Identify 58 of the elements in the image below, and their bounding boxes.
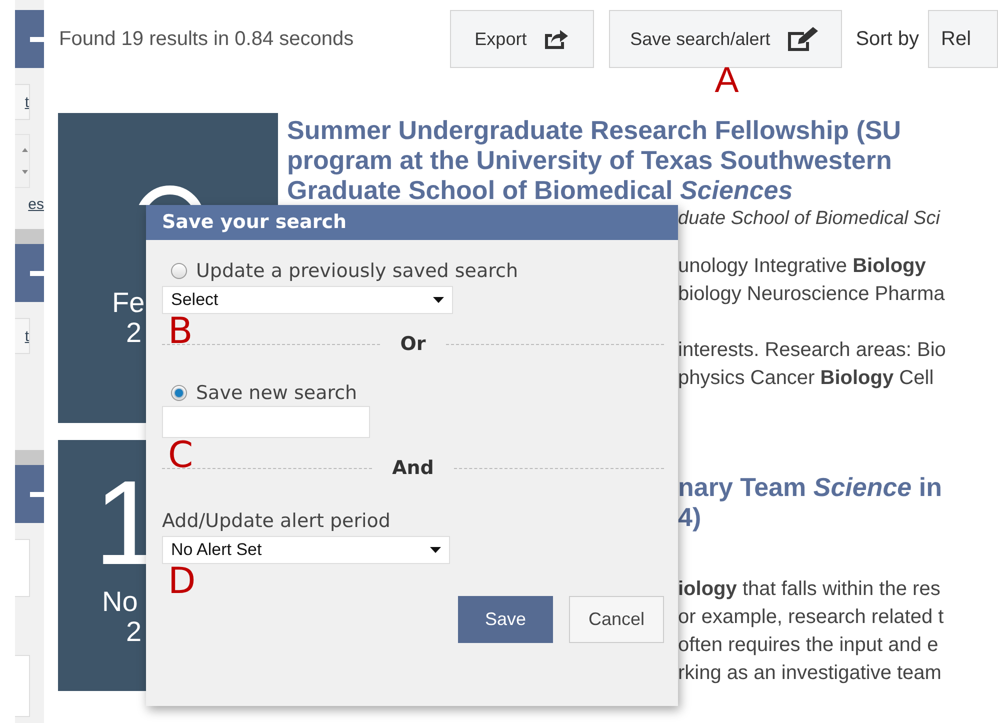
result-text: often requires the input and e [678, 633, 938, 658]
date-year: 2 [126, 319, 142, 347]
result-title[interactable]: nary Team Science in [678, 472, 942, 502]
dropdown[interactable]: Select [162, 286, 453, 314]
result-title[interactable]: program at the University of Texas Southwestern [287, 145, 946, 175]
cancel-button[interactable]: Cancel [569, 596, 664, 643]
sidebar-tab[interactable] [15, 465, 44, 523]
dialog-title: Save your search [146, 205, 678, 240]
date-year: 2 [126, 618, 142, 646]
minus-icon [30, 37, 44, 42]
sidebar-link[interactable]: t [24, 328, 29, 344]
result-text: rking as an investigative team [678, 661, 942, 686]
save-search-button[interactable]: Save search/alert [608, 10, 842, 68]
minus-icon [30, 271, 44, 276]
sidebar-tab[interactable] [15, 244, 44, 302]
result-text: or example, research related t [678, 605, 944, 630]
share-icon [542, 28, 569, 50]
spinner-control[interactable] [15, 134, 30, 188]
option-label: Save new search [196, 382, 358, 404]
sidebar-tab[interactable] [15, 10, 44, 68]
sidebar-header-bar [15, 229, 44, 244]
dropdown[interactable]: No Alert Set [162, 536, 450, 564]
minus-icon [30, 492, 44, 497]
field-label: Add/Update alert period [162, 510, 392, 532]
result-text: physics Cancer Biology Cell [678, 366, 934, 391]
sidebar-link[interactable]: es [28, 196, 44, 213]
export-button[interactable]: Export [450, 10, 594, 68]
annotation-letter: C [168, 438, 194, 474]
sidebar-header-bar [15, 450, 44, 465]
up-down-arrows-icon [21, 146, 29, 176]
date-month: No [102, 586, 138, 618]
separator-label: Or [399, 333, 427, 355]
result-text: interests. Research areas: Bio [678, 338, 946, 363]
result-title[interactable]: Summer Undergraduate Research Fellowship (SU [287, 115, 946, 145]
name-input-field[interactable] [162, 406, 370, 438]
result-title[interactable]: Graduate School of Biomedical Sciences [287, 175, 946, 205]
result-text: biology Neuroscience Pharma [678, 282, 945, 307]
sort-dropdown[interactable]: Rel [928, 10, 998, 68]
result-text: unology Integrative Biology [678, 254, 926, 279]
caret-icon [430, 547, 441, 553]
sidebar-field[interactable] [15, 655, 30, 717]
option-label: Update a previously saved search [196, 260, 518, 282]
results-summary: Found 19 results in 0.84 seconds [59, 28, 355, 50]
radio-button[interactable] [171, 385, 187, 401]
sidebar-field[interactable] [15, 539, 30, 597]
result-subtitle: duate School of Biomedical Sci [678, 207, 940, 231]
radio-button[interactable] [171, 263, 187, 279]
edit-icon [786, 26, 820, 52]
save-button[interactable]: Save [458, 596, 553, 643]
annotation-letter: D [168, 564, 196, 600]
sidebar-link[interactable]: t [24, 94, 29, 110]
result-text: iology that falls within the res [678, 577, 940, 602]
annotation-letter: B [168, 314, 193, 350]
result-title[interactable]: 4) [678, 502, 702, 532]
separator-label: And [391, 457, 435, 479]
caret-icon [433, 297, 444, 303]
date-month: Fe [112, 287, 145, 319]
sort-label: Sort by [856, 28, 920, 50]
